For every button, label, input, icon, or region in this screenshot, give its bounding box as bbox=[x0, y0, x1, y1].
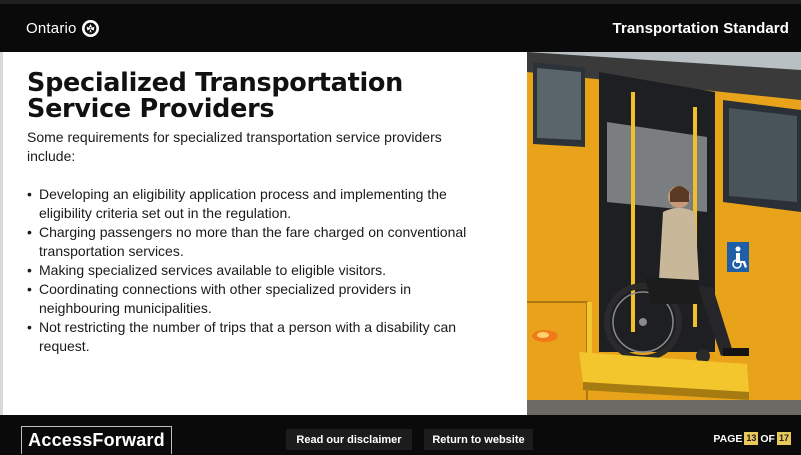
list-item: Coordinating connections with other spec… bbox=[27, 280, 467, 318]
top-bar: Ontario Transportation Standard bbox=[0, 0, 801, 52]
text-column: Specialized Transportation Service Provi… bbox=[27, 70, 507, 356]
bus-lift-photo bbox=[527, 52, 801, 415]
page-title: Specialized Transportation Service Provi… bbox=[27, 70, 507, 122]
ontario-brand: Ontario bbox=[26, 19, 99, 37]
trillium-icon bbox=[81, 19, 99, 37]
page-of-label: OF bbox=[760, 432, 775, 445]
page-title-line-2: Service Providers bbox=[27, 94, 275, 124]
page-total: 17 bbox=[776, 432, 791, 445]
return-to-website-button[interactable]: Return to website bbox=[424, 429, 533, 450]
page-label: PAGE bbox=[713, 432, 743, 445]
brand-name: Ontario bbox=[26, 19, 77, 37]
page-indicator: PAGE 13 OF 17 bbox=[713, 432, 791, 445]
slide-content: Specialized Transportation Service Provi… bbox=[0, 52, 801, 415]
list-item: Making specialized services available to… bbox=[27, 261, 467, 280]
page-current: 13 bbox=[744, 432, 759, 445]
read-disclaimer-button[interactable]: Read our disclaimer bbox=[286, 429, 412, 450]
module-title: Transportation Standard bbox=[612, 19, 789, 37]
requirements-list: Developing an eligibility application pr… bbox=[27, 185, 507, 356]
accessforward-logo[interactable]: AccessForward bbox=[21, 426, 172, 454]
accessibility-symbol-icon bbox=[727, 242, 749, 272]
footer-bar: AccessForward Read our disclaimer Return… bbox=[0, 415, 801, 455]
intro-text: Some requirements for specialized transp… bbox=[27, 129, 442, 164]
list-item: Not restricting the number of trips that… bbox=[27, 318, 467, 356]
list-item: Charging passengers no more than the far… bbox=[27, 223, 467, 261]
list-item: Developing an eligibility application pr… bbox=[27, 185, 467, 223]
